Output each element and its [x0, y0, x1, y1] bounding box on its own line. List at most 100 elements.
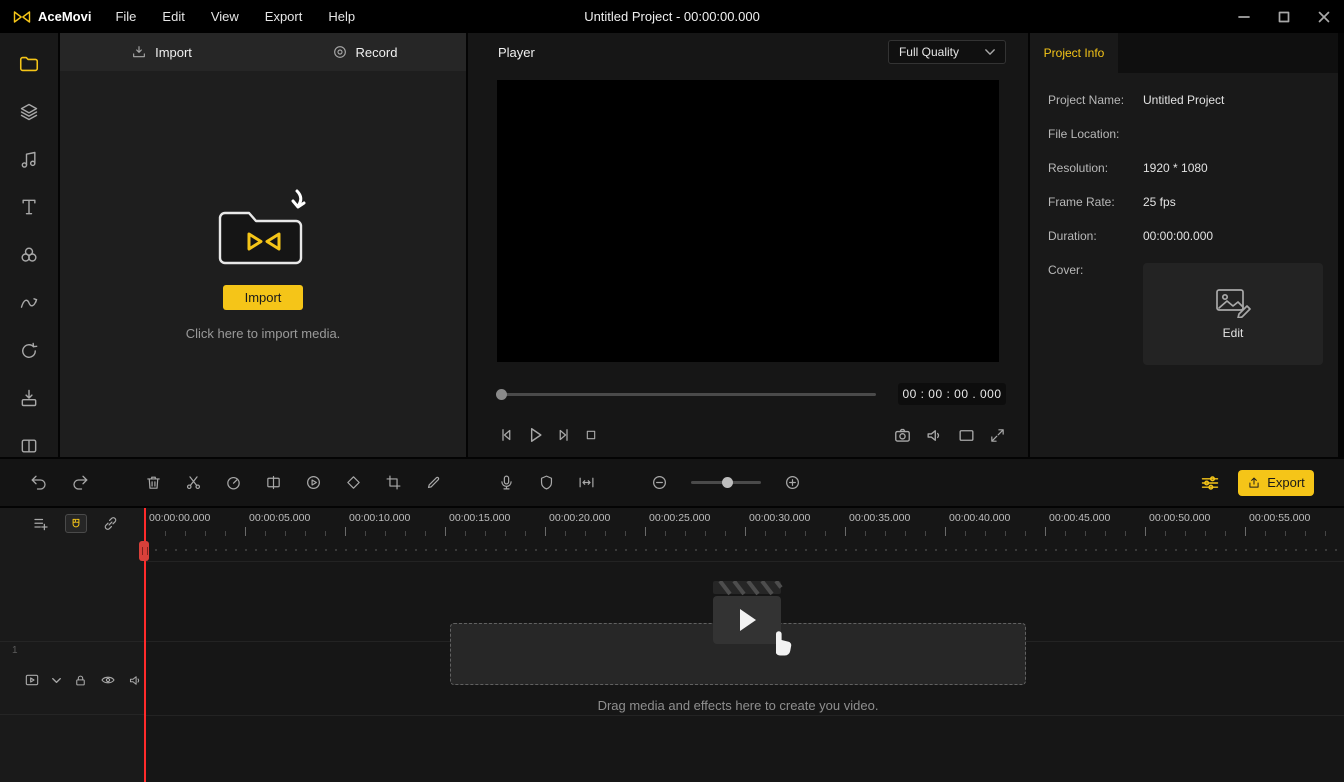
- preview-play-button[interactable]: [305, 474, 322, 491]
- video-preview[interactable]: [497, 80, 999, 362]
- ruler-label: 00:00:20.000: [549, 512, 610, 524]
- toolbar-right: Export: [1200, 470, 1344, 496]
- menu-file[interactable]: File: [115, 9, 136, 24]
- fullscreen-button[interactable]: [989, 427, 1006, 444]
- sidebar-item-transitions[interactable]: [16, 292, 42, 314]
- add-track-button[interactable]: [32, 515, 50, 533]
- sidebar-item-text[interactable]: [16, 197, 42, 219]
- sidebar-item-split-screen[interactable]: [16, 435, 42, 457]
- next-frame-button[interactable]: [555, 426, 573, 444]
- maximize-button[interactable]: [1264, 0, 1304, 33]
- player-header: Player Full Quality: [468, 33, 1028, 71]
- edit-button[interactable]: [425, 474, 442, 491]
- zoom-in-button[interactable]: [784, 474, 801, 491]
- split-button[interactable]: [265, 474, 282, 491]
- seek-thumb[interactable]: [496, 389, 507, 400]
- track-type-icon[interactable]: [24, 672, 40, 688]
- play-button[interactable]: [525, 425, 545, 445]
- cover-edit-button[interactable]: Edit: [1143, 263, 1323, 365]
- image-edit-icon: [1215, 288, 1251, 318]
- seek-bar[interactable]: [497, 393, 876, 396]
- field-label: Resolution:: [1048, 161, 1143, 181]
- speed-button[interactable]: [225, 474, 242, 491]
- sidebar-item-media[interactable]: [16, 53, 42, 75]
- import-hint-text: Click here to import media.: [186, 326, 341, 341]
- track-lock-toggle[interactable]: [73, 673, 88, 688]
- import-folder-graphic[interactable]: [215, 187, 311, 271]
- window-controls: [1224, 0, 1344, 33]
- track-visibility-toggle[interactable]: [100, 672, 116, 688]
- menu-help[interactable]: Help: [328, 9, 355, 24]
- adjust-settings-button[interactable]: [1200, 473, 1220, 493]
- magnet-snap-toggle[interactable]: [65, 514, 87, 533]
- titlebar: AceMovi File Edit View Export Help Untit…: [0, 0, 1344, 33]
- sidebar-item-import[interactable]: [16, 388, 42, 410]
- field-file-location: File Location:: [1048, 127, 1338, 147]
- timeline: 1 00:00:00.000 00:00:05.000 00:00:10.000…: [0, 508, 1344, 782]
- field-value: Untitled Project: [1143, 93, 1224, 113]
- sidebar-item-animations[interactable]: [16, 340, 42, 362]
- field-label: Cover:: [1048, 263, 1143, 365]
- track-mute-toggle[interactable]: [128, 673, 143, 688]
- fit-timeline-button[interactable]: [578, 474, 595, 491]
- export-button[interactable]: Export: [1238, 470, 1314, 496]
- field-value: 1920 * 1080: [1143, 161, 1208, 181]
- quality-value: Full Quality: [899, 45, 959, 59]
- field-label: Project Name:: [1048, 93, 1143, 113]
- delete-button[interactable]: [145, 474, 162, 491]
- ruler-label: 00:00:10.000: [349, 512, 410, 524]
- previous-frame-button[interactable]: [497, 426, 515, 444]
- keyframe-button[interactable]: [345, 474, 362, 491]
- media-tabs: Import Record: [60, 33, 466, 71]
- seek-row: 00 : 00 : 00 . 000: [497, 382, 1006, 406]
- timeline-tracks-area[interactable]: 00:00:00.000 00:00:05.000 00:00:10.000 0…: [145, 508, 1344, 782]
- zoom-out-button[interactable]: [651, 474, 668, 491]
- cut-button[interactable]: [185, 474, 202, 491]
- timeline-toolbar: Export: [0, 459, 1344, 506]
- voiceover-mic-button[interactable]: [498, 474, 515, 491]
- field-cover: Cover: Edit: [1048, 263, 1338, 365]
- sidebar-item-filters[interactable]: [16, 244, 42, 266]
- redo-button[interactable]: [71, 474, 89, 492]
- minimize-button[interactable]: [1224, 0, 1264, 33]
- import-tab-icon: [131, 44, 147, 60]
- snapshot-camera-button[interactable]: [893, 426, 912, 445]
- track-controls: [24, 672, 143, 688]
- music-note-icon: [19, 150, 39, 170]
- tab-record[interactable]: Record: [263, 33, 466, 71]
- tab-project-info[interactable]: Project Info: [1030, 33, 1118, 73]
- sidebar-item-audio[interactable]: [16, 149, 42, 171]
- timeline-ruler[interactable]: 00:00:00.000 00:00:05.000 00:00:10.000 0…: [145, 508, 1344, 536]
- import-to-timeline-icon: [19, 388, 39, 408]
- zoom-slider-knob[interactable]: [722, 477, 733, 488]
- close-button[interactable]: [1304, 0, 1344, 33]
- menu-view[interactable]: View: [211, 9, 239, 24]
- track-dropdown-caret[interactable]: [52, 677, 61, 684]
- cover-edit-label: Edit: [1223, 326, 1244, 340]
- quality-dropdown[interactable]: Full Quality: [888, 40, 1006, 64]
- playhead-handle[interactable]: [139, 541, 149, 561]
- app-name: AceMovi: [38, 9, 91, 24]
- volume-button[interactable]: [925, 426, 944, 445]
- denoise-shield-button[interactable]: [538, 474, 555, 491]
- player-title: Player: [498, 45, 535, 60]
- track-1-header: 1: [0, 641, 145, 715]
- undo-button[interactable]: [30, 474, 48, 492]
- menu-export[interactable]: Export: [265, 9, 303, 24]
- track-header-tools: [0, 508, 145, 533]
- crop-button[interactable]: [385, 474, 402, 491]
- drop-hint-text: Drag media and effects here to create yo…: [450, 698, 1026, 713]
- tab-import[interactable]: Import: [60, 33, 263, 71]
- player-timecode: 00 : 00 : 00 . 000: [898, 383, 1006, 405]
- import-button[interactable]: Import: [223, 285, 303, 310]
- layers-icon: [19, 102, 39, 122]
- link-clips-button[interactable]: [102, 515, 119, 532]
- text-icon: [19, 197, 39, 217]
- stop-button[interactable]: [583, 427, 599, 443]
- field-duration: Duration: 00:00:00.000: [1048, 229, 1338, 249]
- media-empty-state: Import Click here to import media.: [60, 71, 466, 457]
- sidebar-item-elements[interactable]: [16, 101, 42, 123]
- zoom-slider[interactable]: [691, 481, 761, 484]
- menu-edit[interactable]: Edit: [162, 9, 184, 24]
- display-mode-button[interactable]: [957, 426, 976, 445]
